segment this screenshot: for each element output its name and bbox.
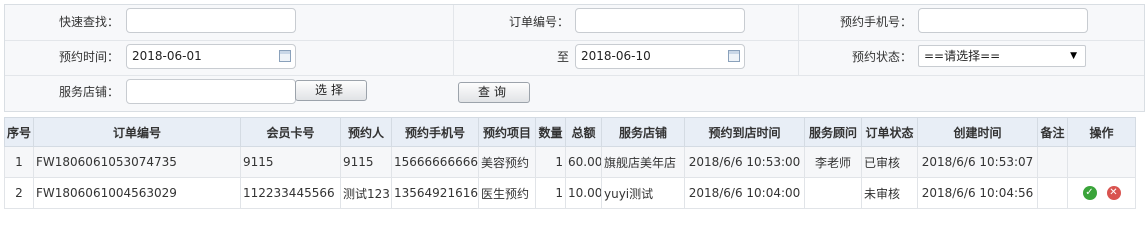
table-row[interactable]: 2 FW1806061004563029 112233445566 测试123 … (4, 177, 1136, 209)
cell-project: 医生预约 (478, 177, 536, 209)
cell-consultant: 李老师 (804, 146, 862, 178)
store-input[interactable] (126, 79, 296, 104)
col-header: 总额 (565, 117, 602, 147)
store-label: 服务店铺： (58, 85, 119, 99)
cell-customer: 9115 (340, 146, 392, 178)
cell-index: 2 (4, 177, 34, 209)
cell-order-no: FW1806061053074735 (33, 146, 241, 178)
col-header: 会员卡号 (240, 117, 341, 147)
status-select[interactable]: ==请选择== ▼ (918, 45, 1086, 67)
cell-amount: 10.00 (565, 177, 602, 209)
filter-row: 预约时间： 2018-06-01 至 2018-06-10 预约状态： ==请选… (5, 40, 1144, 76)
status-select-value: ==请选择== (924, 49, 1001, 63)
col-header: 预约项目 (478, 117, 536, 147)
query-button[interactable]: 查询 (458, 82, 530, 103)
divider (453, 5, 454, 75)
col-header: 预约人 (340, 117, 392, 147)
col-header: 序号 (4, 117, 34, 147)
col-header: 创建时间 (917, 117, 1038, 147)
date-from-input[interactable]: 2018-06-01 (126, 44, 296, 69)
cell-index: 1 (4, 146, 34, 178)
cell-quantity: 1 (535, 177, 566, 209)
cell-arrival-time: 2018/6/6 10:53:00 (684, 146, 805, 178)
date-to-input[interactable]: 2018-06-10 (575, 44, 745, 69)
cell-remark (1037, 177, 1068, 209)
phone-input[interactable] (918, 8, 1088, 33)
cell-member-card: 9115 (240, 146, 341, 178)
col-header: 预约手机号 (391, 117, 479, 147)
col-header: 订单编号 (33, 117, 241, 147)
col-header: 数量 (535, 117, 566, 147)
calendar-icon[interactable] (728, 50, 740, 62)
order-no-input[interactable] (575, 8, 745, 33)
chevron-down-icon: ▼ (1070, 51, 1077, 61)
select-store-button[interactable]: 选择 (295, 80, 367, 101)
cell-created-time: 2018/6/6 10:04:56 (917, 177, 1038, 209)
cell-actions: ✓ ✕ (1067, 177, 1136, 209)
cell-remark (1037, 146, 1068, 178)
check-circle-icon[interactable]: ✓ (1082, 186, 1097, 201)
filter-row: 快速查找： 订单编号： 预约手机号： (5, 5, 1144, 41)
cell-phone: 13564921616 (391, 177, 479, 209)
table-row[interactable]: 1 FW1806061053074735 9115 9115 156666666… (4, 146, 1136, 178)
cell-quantity: 1 (535, 146, 566, 178)
cell-arrival-time: 2018/6/6 10:04:00 (684, 177, 805, 209)
phone-label: 预约手机号： (839, 15, 912, 29)
col-header: 订单状态 (861, 117, 918, 147)
quick-search-input[interactable] (126, 8, 296, 33)
cell-phone: 15666666666 (391, 146, 479, 178)
time-label: 预约时间： (58, 50, 119, 64)
cell-store: 旗舰店美年店 (601, 146, 685, 178)
cell-member-card: 112233445566 (240, 177, 341, 209)
cell-actions (1067, 146, 1136, 178)
cell-amount: 60.00 (565, 146, 602, 178)
status-label: 预约状态： (851, 50, 912, 64)
close-circle-icon[interactable]: ✕ (1106, 186, 1121, 201)
cell-status: 未审核 (861, 177, 918, 209)
to-label: 至 (556, 50, 569, 64)
date-from-value: 2018-06-01 (132, 49, 202, 63)
cell-created-time: 2018/6/6 10:53:07 (917, 146, 1038, 178)
col-header: 操作 (1067, 117, 1136, 147)
divider (798, 5, 799, 75)
col-header: 服务顾问 (804, 117, 862, 147)
filter-row: 服务店铺： 选择 查询 (5, 75, 1144, 110)
cell-status: 已审核 (861, 146, 918, 178)
cell-project: 美容预约 (478, 146, 536, 178)
order-no-label: 订单编号： (508, 15, 569, 29)
table-header-row: 序号 订单编号 会员卡号 预约人 预约手机号 预约项目 数量 总额 服务店铺 预… (4, 117, 1136, 147)
filter-panel: 快速查找： 订单编号： 预约手机号： 预约时间： 2018-06-01 至 20… (4, 4, 1145, 112)
col-header: 服务店铺 (601, 117, 685, 147)
quick-search-label: 快速查找： (58, 15, 119, 29)
calendar-icon[interactable] (279, 50, 291, 62)
date-to-value: 2018-06-10 (581, 49, 651, 63)
orders-table: 序号 订单编号 会员卡号 预约人 预约手机号 预约项目 数量 总额 服务店铺 预… (4, 117, 1136, 209)
cell-store: yuyi测试 (601, 177, 685, 209)
cell-customer: 测试123 (340, 177, 392, 209)
col-header: 备注 (1037, 117, 1068, 147)
cell-consultant (804, 177, 862, 209)
cell-order-no: FW1806061004563029 (33, 177, 241, 209)
col-header: 预约到店时间 (684, 117, 805, 147)
